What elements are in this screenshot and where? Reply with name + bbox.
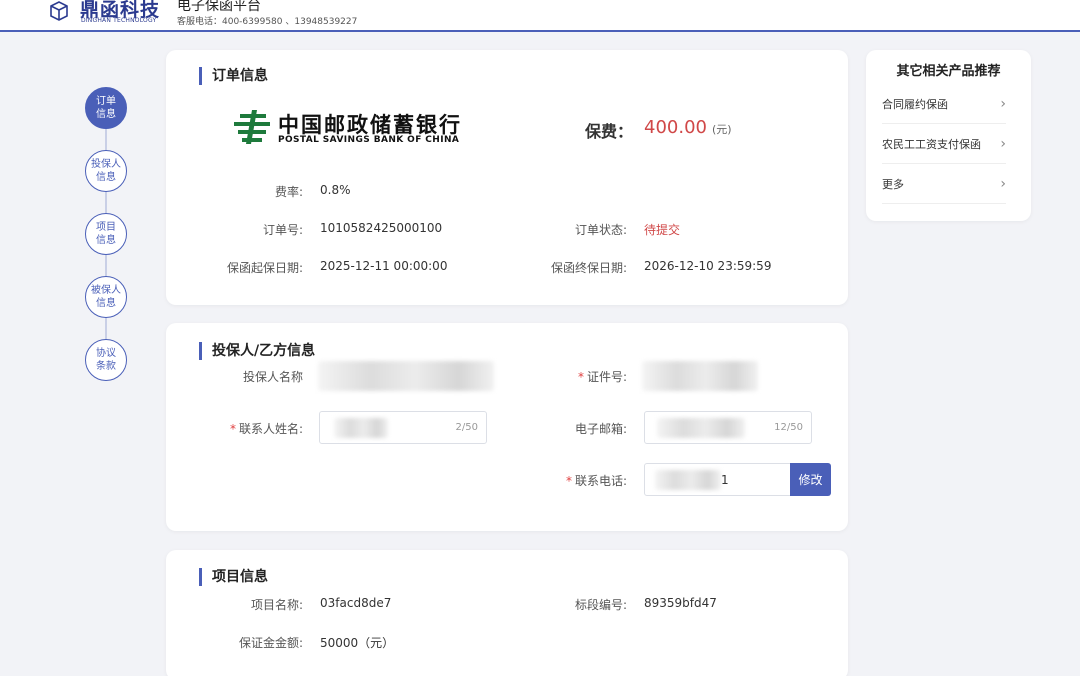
contact-name-label: * 联系人姓名:: [229, 422, 303, 436]
premium-value: 400.00: [644, 117, 707, 138]
phone-redacted: [655, 470, 721, 490]
order-info-title: 订单信息: [199, 67, 268, 85]
email-input[interactable]: 12/50: [644, 411, 812, 444]
deposit-amount-label: 保证金金额:: [238, 636, 303, 650]
project-info-card: 项目信息 项目名称: 03facd8de7 标段编号: 89359bfd47 保…: [166, 550, 848, 676]
bank-name-en: POSTAL SAVINGS BANK OF CHINA: [278, 135, 460, 145]
project-name-value: 03facd8de7: [320, 596, 392, 610]
contact-name-counter: 2/50: [455, 422, 478, 433]
step-connector: [105, 317, 107, 341]
phone-label: * 联系电话:: [565, 474, 627, 488]
step-insured-info[interactable]: 被保人 信息: [85, 276, 127, 318]
related-products-title: 其它相关产品推荐: [896, 64, 1001, 79]
section-number-value: 89359bfd47: [644, 596, 717, 610]
applicant-info-title: 投保人/乙方信息: [199, 342, 315, 360]
top-header: 鼎函科技 DINGHAN TECHNOLOGY 电子保函平台 客服电话：400-…: [0, 0, 1080, 32]
project-name-label: 项目名称:: [250, 598, 303, 612]
start-date-value: 2025-12-11 00:00:00: [320, 259, 448, 273]
order-info-card: 订单信息 中国邮政储蓄银行 POSTAL SAVINGS BANK OF CHI…: [166, 50, 848, 305]
end-date-label: 保函终保日期:: [550, 261, 627, 275]
premium-unit: (元): [712, 123, 732, 136]
step-connector: [105, 254, 107, 278]
contact-name-input[interactable]: 2/50: [319, 411, 487, 444]
logo-icon: [50, 1, 68, 21]
section-number-label: 标段编号:: [574, 598, 627, 612]
order-number-value: 1010582425000100: [320, 221, 443, 235]
email-label: 电子邮箱:: [574, 422, 627, 436]
id-number-label: * 证件号:: [577, 370, 627, 384]
applicant-name-redacted: [318, 361, 494, 391]
edit-phone-button[interactable]: 修改: [790, 463, 831, 496]
product-wage-guarantee[interactable]: 农民工工资支付保函 ›: [882, 124, 1006, 164]
step-applicant-info[interactable]: 投保人 信息: [85, 150, 127, 192]
chevron-right-icon: ›: [1000, 135, 1006, 152]
project-info-title: 项目信息: [199, 568, 268, 586]
start-date-label: 保函起保日期:: [226, 261, 303, 275]
product-contract-guarantee[interactable]: 合同履约保函 ›: [882, 84, 1006, 124]
product-label: 农民工工资支付保函: [882, 137, 981, 151]
contact-name-redacted: [334, 418, 388, 438]
customer-hotline: 客服电话：400-6399580 、13948539227: [177, 17, 358, 27]
product-more[interactable]: 更多 ›: [882, 164, 1006, 204]
order-status-value: 待提交: [644, 223, 681, 237]
order-status-label: 订单状态:: [574, 223, 627, 237]
rate-label: 费率:: [274, 185, 303, 199]
related-products-panel: 其它相关产品推荐 合同履约保函 › 农民工工资支付保函 › 更多 ›: [866, 50, 1031, 221]
chevron-right-icon: ›: [1000, 175, 1006, 192]
chevron-right-icon: ›: [1000, 95, 1006, 112]
bank-logo-icon: [234, 110, 270, 144]
logo-subtext: DINGHAN TECHNOLOGY: [81, 17, 157, 24]
premium-label: 保费：: [585, 122, 634, 141]
platform-title: 电子保函平台: [177, 0, 261, 14]
applicant-name-label: 投保人名称: [242, 370, 303, 384]
step-order-info[interactable]: 订单 信息: [85, 87, 127, 129]
phone-suffix: 1: [721, 473, 729, 487]
product-label: 合同履约保函: [882, 97, 948, 111]
phone-input[interactable]: 1: [644, 463, 792, 496]
step-connector: [105, 128, 107, 152]
order-number-label: 订单号:: [262, 223, 303, 237]
applicant-info-card: 投保人/乙方信息 投保人名称 * 证件号: * 联系人姓名: 2/50 电子邮箱: …: [166, 323, 848, 531]
step-project-info[interactable]: 项目 信息: [85, 213, 127, 255]
end-date-value: 2026-12-10 23:59:59: [644, 259, 772, 273]
id-number-redacted: [642, 361, 758, 391]
step-connector: [105, 191, 107, 215]
email-redacted: [657, 418, 745, 438]
step-agreement-terms[interactable]: 协议 条款: [85, 339, 127, 381]
product-label: 更多: [882, 177, 904, 191]
deposit-amount-value: 50000（元）: [320, 636, 395, 650]
email-counter: 12/50: [774, 422, 803, 433]
rate-value: 0.8%: [320, 183, 351, 197]
